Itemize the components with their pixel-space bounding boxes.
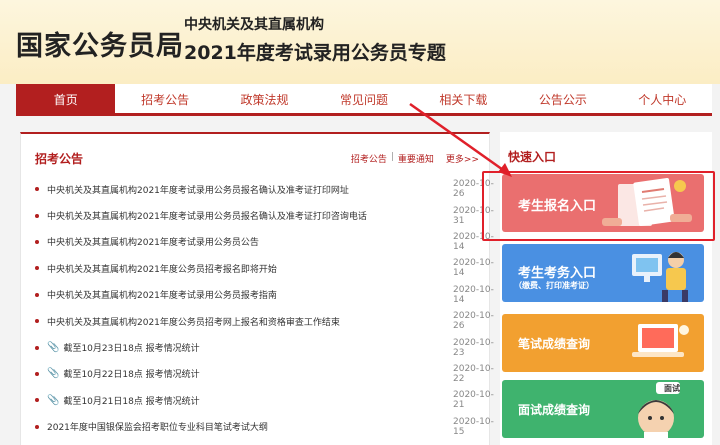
arrow-annotation-icon [409,102,512,177]
